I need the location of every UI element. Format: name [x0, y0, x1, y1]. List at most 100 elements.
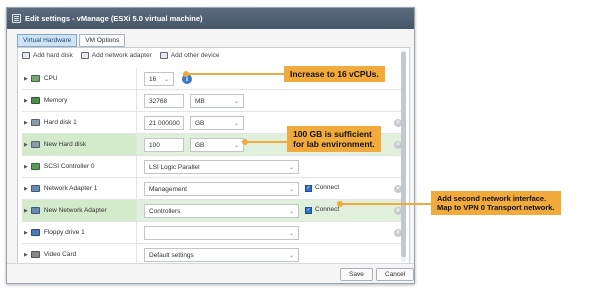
add-network-adapter-label: Add network adapter [91, 52, 152, 59]
hard-disk-1-unit: GB [195, 119, 205, 127]
connect-checkbox[interactable]: ✓ [305, 207, 312, 214]
window-icon [12, 14, 21, 23]
scsi-controller-row: ▶ SCSI Controller 0 LSI Logic Parallel ⌄ [22, 156, 402, 178]
disk-callout: 100 GB is sufficient for lab environment… [287, 126, 381, 153]
scsi-controller-label: SCSI Controller 0 [43, 163, 95, 170]
disk-callout-leader [245, 141, 287, 143]
cpu-row-header[interactable]: ▶ CPU [22, 68, 137, 89]
cpu-select[interactable]: 16 ⌄ [144, 72, 174, 86]
panel-scrollbar[interactable] [401, 50, 406, 262]
new-network-adapter-row-header[interactable]: ▶ New Network Adapter [22, 200, 137, 221]
memory-input[interactable]: 32768 [144, 94, 184, 108]
video-card-value: Default settings [149, 251, 194, 259]
dialog-footer: Save Cancel [7, 263, 415, 283]
floppy-drive-row: ▶ Floppy drive 1 ⌄ ✕ [22, 222, 402, 244]
scsi-controller-icon [30, 163, 40, 170]
hardware-actions: Add hard disk Add network adapter Add ot… [22, 52, 228, 59]
network-callout-line-2: Map to VPN 0 Transport network. [437, 203, 555, 212]
memory-label: Memory [43, 97, 68, 104]
scsi-controller-row-header[interactable]: ▶ SCSI Controller 0 [22, 156, 137, 177]
network-callout-leader [340, 203, 431, 205]
chevron-down-icon: ⌄ [288, 187, 294, 193]
memory-icon [30, 97, 40, 104]
expand-caret-icon[interactable]: ▶ [24, 76, 28, 82]
add-other-device-label: Add other device [170, 52, 220, 59]
chevron-down-icon: ⌄ [288, 165, 294, 171]
expand-caret-icon[interactable]: ▶ [24, 142, 28, 148]
expand-caret-icon[interactable]: ▶ [24, 120, 28, 126]
new-network-adapter-network: Controllers [149, 207, 181, 215]
expand-caret-icon[interactable]: ▶ [24, 98, 28, 104]
hard-disk-icon [30, 141, 40, 148]
network-adapter-icon [80, 52, 89, 59]
video-card-icon [30, 251, 40, 258]
new-hard-disk-label: New Hard disk [43, 141, 87, 148]
network-adapter-icon [30, 185, 40, 192]
add-other-device-button[interactable]: Add other device [159, 52, 220, 59]
add-hard-disk-label: Add hard disk [33, 52, 73, 59]
hard-disk-1-label: Hard disk 1 [43, 119, 77, 126]
network-adapter-icon [30, 207, 40, 214]
tab-vm-options[interactable]: VM Options [79, 34, 126, 47]
chevron-down-icon: ⌄ [163, 77, 169, 83]
scrollbar-thumb[interactable] [401, 52, 406, 257]
network-adapter-1-label: Network Adapter 1 [43, 185, 98, 192]
expand-caret-icon[interactable]: ▶ [24, 186, 28, 192]
network-adapter-1-select[interactable]: Management ⌄ [144, 182, 299, 196]
new-network-adapter-select[interactable]: Controllers ⌄ [144, 204, 299, 218]
cancel-button[interactable]: Cancel [376, 268, 415, 281]
disk-callout-line-2: for lab environment. [293, 139, 375, 150]
scsi-type-select[interactable]: LSI Logic Parallel ⌄ [144, 160, 299, 174]
chevron-down-icon: ⌄ [288, 209, 294, 215]
tab-bar: Virtual Hardware VM Options [17, 34, 127, 47]
video-card-select[interactable]: Default settings ⌄ [144, 248, 299, 262]
network-adapter-1-row: ▶ Network Adapter 1 Management ⌄ ✓ Conne… [22, 178, 402, 200]
scsi-type: LSI Logic Parallel [149, 163, 200, 171]
expand-caret-icon[interactable]: ▶ [24, 164, 28, 170]
cpu-callout-leader [186, 73, 284, 75]
video-card-row-header[interactable]: ▶ Video Card [22, 244, 137, 265]
device-icon [159, 52, 168, 59]
hard-disk-icon [22, 52, 30, 59]
network-adapter-1-network: Management [149, 185, 187, 193]
floppy-drive-label: Floppy drive 1 [43, 229, 85, 236]
hard-disk-1-row-header[interactable]: ▶ Hard disk 1 [22, 112, 137, 133]
cpu-value: 16 [149, 75, 157, 83]
new-hard-disk-unit: GB [195, 141, 205, 149]
floppy-drive-row-header[interactable]: ▶ Floppy drive 1 [22, 222, 137, 243]
tab-virtual-hardware[interactable]: Virtual Hardware [17, 34, 78, 47]
add-network-adapter-button[interactable]: Add network adapter [80, 52, 152, 59]
disk-callout-line-1: 100 GB is sufficient [293, 129, 372, 139]
chevron-down-icon: ⌄ [233, 99, 239, 105]
dialog-title: Edit settings - vManage (ESXi 5.0 virtua… [25, 14, 203, 23]
expand-caret-icon[interactable]: ▶ [24, 252, 28, 258]
memory-unit-select[interactable]: MB ⌄ [190, 94, 244, 108]
add-hard-disk-button[interactable]: Add hard disk [22, 52, 73, 59]
chevron-down-icon: ⌄ [233, 121, 239, 127]
expand-caret-icon[interactable]: ▶ [24, 230, 28, 236]
dialog-titlebar: Edit settings - vManage (ESXi 5.0 virtua… [7, 8, 414, 29]
new-network-adapter-label: New Network Adapter [43, 207, 107, 214]
connect-checkbox[interactable]: ✓ [305, 185, 312, 192]
hard-disk-1-unit-select[interactable]: GB ⌄ [190, 116, 244, 130]
cpu-icon [30, 75, 40, 82]
memory-row: ▶ Memory 32768 MB ⌄ [22, 90, 402, 112]
save-button[interactable]: Save [340, 268, 373, 281]
hardware-list: ▶ CPU 16 ⌄ i ▶ Memory 32768 MB ⌄ ▶ Hard … [22, 68, 402, 266]
cpu-callout: Increase to 16 vCPUs. [284, 66, 385, 83]
chevron-down-icon: ⌄ [288, 253, 294, 259]
hard-disk-1-input[interactable]: 21 000000 [144, 116, 184, 130]
new-hard-disk-input[interactable]: 100 [144, 138, 184, 152]
connect-label: Connect [315, 184, 340, 191]
network-callout-line-1: Add second network interface. [437, 194, 547, 203]
new-hard-disk-unit-select[interactable]: GB ⌄ [190, 138, 244, 152]
chevron-down-icon: ⌄ [288, 231, 294, 237]
connect-label: Connect [315, 206, 340, 213]
network-adapter-1-row-header[interactable]: ▶ Network Adapter 1 [22, 178, 137, 199]
expand-caret-icon[interactable]: ▶ [24, 208, 28, 214]
hard-disk-icon [30, 119, 40, 126]
floppy-drive-select[interactable]: ⌄ [144, 226, 299, 240]
cpu-label: CPU [43, 75, 58, 82]
memory-row-header[interactable]: ▶ Memory [22, 90, 137, 111]
new-hard-disk-row-header[interactable]: ▶ New Hard disk [22, 134, 137, 155]
